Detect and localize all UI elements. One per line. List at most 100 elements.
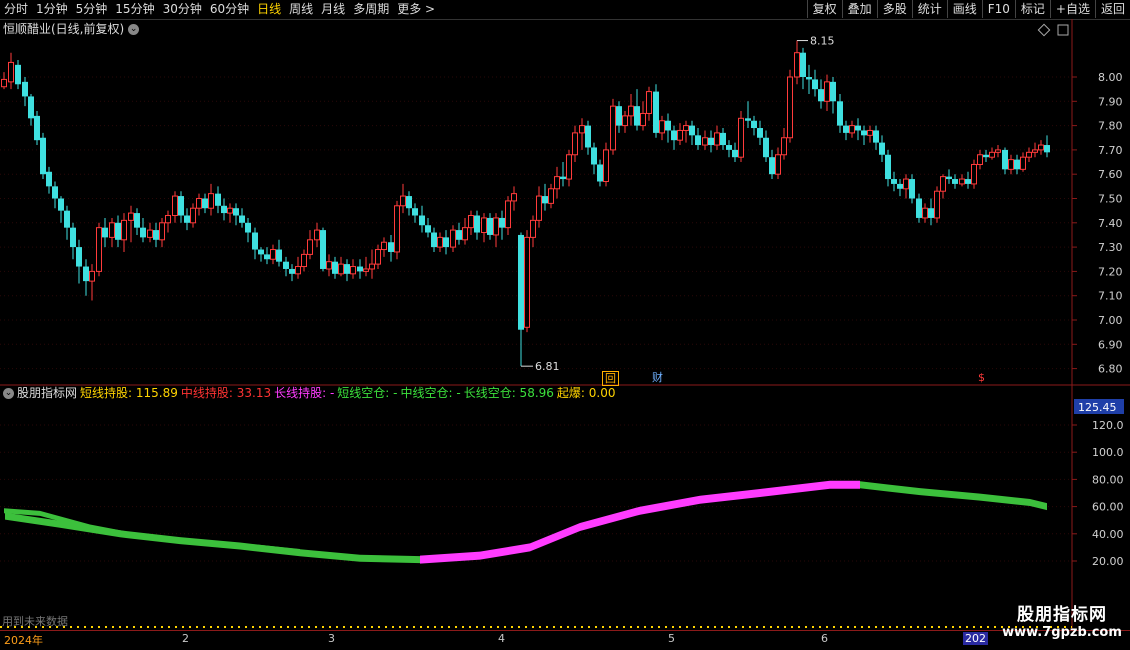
watermark-title: 股朋指标网 — [1017, 605, 1107, 625]
toolbar-action-button[interactable]: 返回 — [1094, 0, 1130, 18]
candle-body — [419, 215, 425, 226]
hui-badge[interactable]: 回 — [602, 371, 619, 386]
toolbar-action-button[interactable]: +自选 — [1049, 0, 1095, 18]
candle-body — [891, 179, 897, 184]
candle-body — [518, 234, 524, 330]
candle-body — [350, 266, 356, 275]
cai-badge[interactable]: 财 — [650, 371, 665, 384]
indicator-tick-label: 80.00 — [1092, 473, 1124, 486]
square-icon — [1057, 24, 1069, 36]
candle-body — [102, 227, 108, 238]
candle-body — [270, 249, 276, 260]
period-tab[interactable]: 30分钟 — [159, 0, 206, 19]
candle-body — [843, 125, 849, 133]
candle-body — [1032, 149, 1038, 153]
short-empty-line-7 — [655, 411, 735, 529]
candle-body — [757, 128, 763, 138]
price-tick-label: 7.90 — [1098, 95, 1123, 108]
candle-body — [344, 264, 350, 274]
candle-body — [995, 149, 1001, 153]
candle-body — [190, 207, 196, 224]
candle-body — [227, 207, 233, 214]
candle-body — [916, 198, 922, 218]
candle-body — [40, 137, 46, 175]
period-tab[interactable]: 日线 — [253, 0, 285, 19]
candle-body — [572, 132, 578, 156]
period-tab[interactable]: 15分钟 — [111, 0, 158, 19]
candle-body — [946, 176, 952, 180]
toolbar-action-button[interactable]: 标记 — [1014, 0, 1050, 18]
top-toolbar: 分时 1分钟 5分钟 15分钟 30分钟 60分钟 日线 周线 月线 多周期 更多 > 复权 叠加 多股… — [0, 0, 1130, 20]
high-price-label: 8.15 — [810, 35, 835, 48]
candle-body — [597, 164, 603, 182]
candle-body — [15, 64, 21, 85]
candle-body — [184, 215, 190, 223]
candle-body — [1044, 145, 1050, 153]
candle-body — [934, 190, 940, 219]
short-empty-line — [5, 543, 110, 570]
candle-body — [76, 247, 82, 267]
candle-body — [763, 137, 769, 158]
indicator-tick-label: 40.00 — [1092, 528, 1124, 541]
period-tab[interactable]: 分时 — [0, 0, 32, 19]
dollar-badge[interactable]: $ — [976, 371, 987, 384]
candle-body — [89, 270, 95, 282]
candle-body — [215, 193, 221, 206]
candle-body — [1026, 151, 1032, 158]
period-tab[interactable]: 多周期 — [349, 0, 393, 19]
price-tick-label: 7.00 — [1098, 314, 1123, 327]
candle-body — [134, 213, 140, 228]
x-axis: 2024年 2 3 4 5 6 202 — [0, 630, 1130, 647]
period-tab[interactable]: 周线 — [285, 0, 317, 19]
x-month-label: 4 — [498, 632, 505, 645]
period-tab[interactable]: 月线 — [317, 0, 349, 19]
toolbar-action-button[interactable]: 复权 — [806, 0, 842, 18]
price-tick-label: 7.30 — [1098, 241, 1123, 254]
toolbar-action-button[interactable]: 统计 — [911, 0, 947, 18]
indicator-legend-item: 中线持股: 33.13 — [180, 386, 272, 400]
toolbar-action-button[interactable]: 叠加 — [841, 0, 877, 18]
candle-body — [726, 145, 732, 150]
period-tab[interactable]: 1分钟 — [32, 0, 72, 19]
candle-body — [443, 237, 449, 248]
candle-body — [425, 225, 431, 233]
candle-body — [406, 196, 412, 209]
candle-body — [375, 249, 381, 265]
candle-body — [140, 227, 146, 238]
candle-body — [165, 215, 171, 224]
candle-body — [751, 120, 757, 129]
candle-body — [585, 125, 591, 148]
toolbar-action-button[interactable]: 画线 — [946, 0, 982, 18]
candle-body — [431, 232, 437, 248]
period-tab[interactable]: 更多 > — [393, 0, 439, 19]
candle-body — [653, 91, 659, 133]
chart-area[interactable]: 8.00 7.90 7.80 7.70 7.60 7.50 7.40 7.30 7.20 7.10… — [0, 19, 1130, 631]
candle-body — [320, 230, 326, 269]
price-tick-label: 7.10 — [1098, 290, 1123, 303]
toolbar-action-button[interactable]: F10 — [981, 0, 1015, 18]
price-tick-label: 6.90 — [1098, 338, 1123, 351]
candle-body — [560, 176, 566, 180]
candle-body — [524, 236, 530, 328]
candle-body — [8, 61, 14, 83]
candle-body — [861, 130, 867, 136]
candle-body — [196, 198, 202, 209]
chevron-down-icon[interactable]: ⌄ — [3, 388, 14, 399]
period-tab[interactable]: 60分钟 — [206, 0, 253, 19]
candle-body — [794, 52, 800, 78]
candle-body — [1038, 144, 1044, 151]
candle-body — [202, 198, 208, 209]
candle-body — [695, 135, 701, 146]
candle-body — [52, 186, 58, 199]
candle-body — [28, 96, 34, 119]
candle-body — [745, 118, 751, 121]
toolbar-action-button[interactable]: 多股 — [876, 0, 912, 18]
indicator-values: 短线持股: 115.89 中线持股: 33.13 长线持股: - 短线空仓: - 中线空… — [80, 386, 618, 400]
candle-body — [450, 229, 456, 248]
candle-body — [295, 266, 301, 275]
candle-body — [897, 183, 903, 189]
period-tab[interactable]: 5分钟 — [72, 0, 112, 19]
indicator-legend-item: 短线持股: 115.89 — [80, 386, 178, 400]
candle-body — [301, 253, 307, 268]
candle-body — [738, 117, 744, 158]
